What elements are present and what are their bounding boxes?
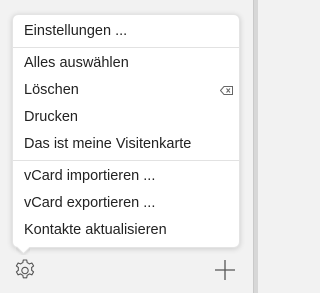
menu-item-loeschen[interactable]: Löschen xyxy=(13,77,239,104)
menu-item-visitenkarte[interactable]: Das ist meine Visitenkarte xyxy=(13,131,239,158)
menu-item-alles-auswaehlen[interactable]: Alles auswählen xyxy=(13,50,239,77)
gear-icon[interactable] xyxy=(13,258,37,282)
settings-context-menu: Einstellungen ... Alles auswählen Lösche… xyxy=(12,14,240,248)
menu-item-vcard-exportieren[interactable]: vCard exportieren ... xyxy=(13,190,239,217)
menu-item-drucken[interactable]: Drucken xyxy=(13,104,239,131)
menu-item-vcard-importieren[interactable]: vCard importieren ... xyxy=(13,163,239,190)
menu-item-label: Kontakte aktualisieren xyxy=(24,222,167,238)
menu-item-label: Einstellungen ... xyxy=(24,23,128,39)
menu-item-label: vCard exportieren ... xyxy=(24,195,156,211)
menu-separator xyxy=(13,47,239,48)
menu-item-kontakte-aktualisieren[interactable]: Kontakte aktualisieren xyxy=(13,217,239,244)
menu-pointer-arrow xyxy=(16,247,30,255)
delete-key-icon xyxy=(220,86,233,95)
menu-item-label: Alles auswählen xyxy=(24,55,129,71)
menu-item-label: Drucken xyxy=(24,109,78,125)
plus-icon[interactable] xyxy=(214,259,236,281)
menu-separator xyxy=(13,160,239,161)
menu-item-einstellungen[interactable]: Einstellungen ... xyxy=(13,18,239,45)
menu-item-label: Löschen xyxy=(24,82,79,98)
window-edge xyxy=(253,0,258,293)
menu-item-label: Das ist meine Visitenkarte xyxy=(24,136,192,152)
menu-item-label: vCard importieren ... xyxy=(24,168,156,184)
